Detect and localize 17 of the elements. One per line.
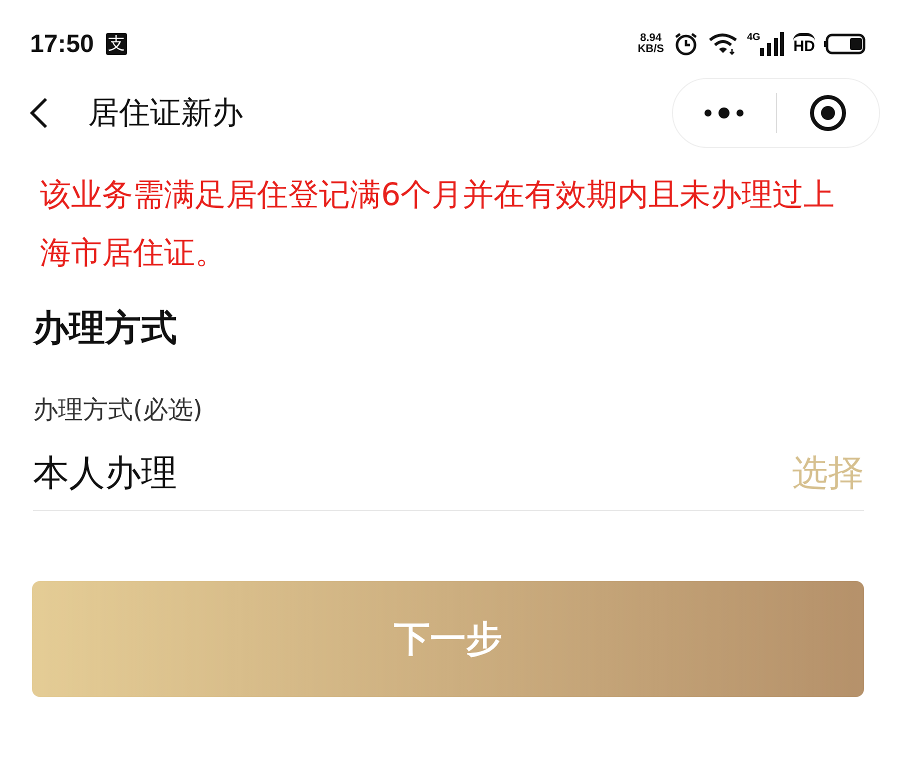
field-value: 本人办理 — [33, 452, 177, 496]
hd-call-indicator: HD — [793, 33, 815, 55]
network-speed: 8.94 KB/S — [638, 33, 664, 55]
select-link[interactable]: 选择 — [792, 448, 864, 498]
page-title: 居住证新办 — [88, 94, 244, 133]
more-icon — [702, 106, 746, 120]
cellular-signal: 4G — [746, 32, 784, 56]
alarm-icon — [672, 31, 699, 57]
clock-time: 17:50 — [30, 30, 94, 58]
wifi-icon — [708, 33, 738, 55]
close-icon — [808, 93, 848, 133]
notice-text: 该业务需满足居住登记满6个月并在有效期内且未办理过上海市居住证。 — [40, 176, 836, 273]
field-label: 办理方式(必选) — [33, 394, 204, 426]
battery-icon — [824, 33, 866, 55]
app-badge: 支 — [106, 33, 127, 55]
section-heading: 办理方式 — [33, 307, 178, 351]
next-button[interactable]: 下一步 — [32, 581, 864, 697]
